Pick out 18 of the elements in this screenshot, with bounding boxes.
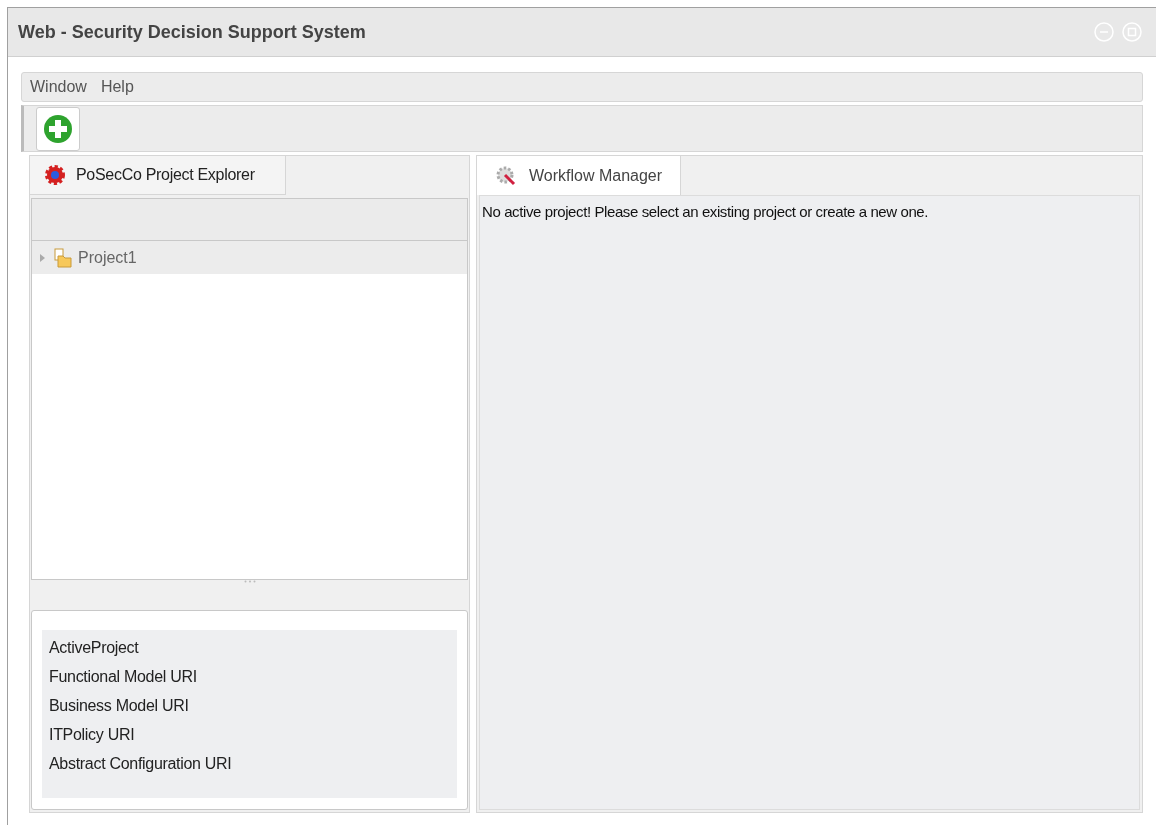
tab[interactable]: Workflow Manager [477, 156, 681, 195]
gear-icon [44, 164, 66, 186]
menu-item[interactable]: Help [100, 75, 134, 99]
plus-icon [43, 113, 73, 144]
property-label: Business Model URI [49, 696, 190, 716]
gear-icon [495, 164, 517, 187]
property-label: Abstract Configuration URI [49, 754, 233, 774]
tab[interactable]: PoSecCo Project Explorer [30, 156, 286, 195]
property-label: ITPolicy URI [49, 725, 136, 745]
menu-item[interactable]: Window [30, 75, 87, 99]
splitter-grip-icon[interactable] [243, 580, 256, 583]
property-label: Functional Model URI [49, 667, 198, 687]
window-title: Web - Security Decision Support System [18, 20, 366, 44]
status-message: No active project! Please select an existing project or create a new one. [482, 203, 929, 220]
add-button[interactable] [36, 106, 80, 151]
tree-item[interactable]: Project1 [32, 241, 467, 274]
folder-icon [52, 247, 72, 268]
property-label: ActiveProject [49, 638, 140, 658]
